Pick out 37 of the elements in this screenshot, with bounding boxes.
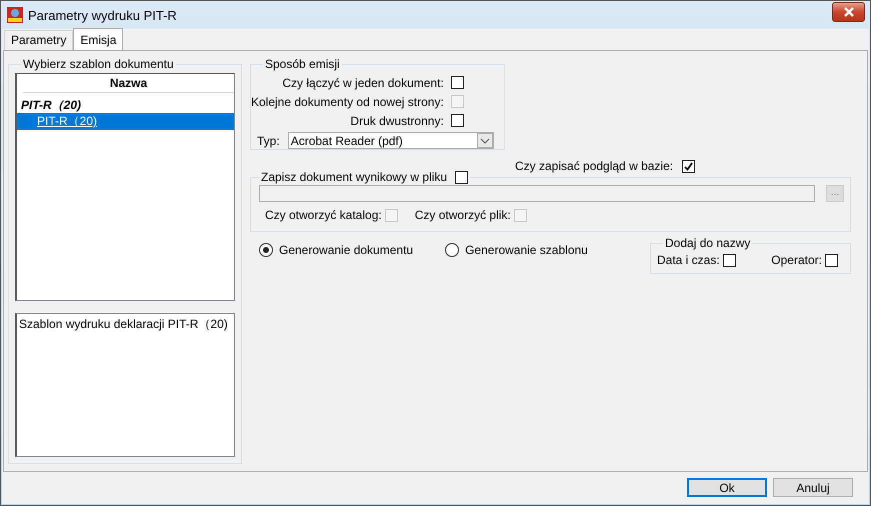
file-path-field[interactable]	[259, 185, 815, 202]
option-label: Czy łączyć w jeden dokument:	[282, 76, 444, 90]
checkbox[interactable]	[825, 254, 838, 266]
column-header[interactable]: Nazwa	[23, 74, 234, 93]
checkbox[interactable]	[455, 170, 468, 184]
dialog-button[interactable]: Ok	[687, 478, 767, 497]
option-label: Czy otworzyć katalog:	[265, 208, 382, 222]
dialog-button[interactable]: Anuluj	[773, 478, 853, 497]
option-label: Data i czas:	[657, 253, 720, 267]
checkbox[interactable]	[722, 254, 736, 266]
checkbox[interactable]	[450, 114, 464, 127]
option-label: Operator:	[771, 253, 822, 267]
close-icon	[842, 7, 854, 17]
type-label: Typ:	[257, 134, 280, 148]
tab[interactable]: Emisja	[73, 28, 124, 50]
group-row[interactable]: PIT-R（20)	[17, 93, 234, 113]
radio-button[interactable]	[259, 243, 273, 257]
checkbox[interactable]	[450, 76, 464, 89]
description-text: Szablon wydruku deklaracji PIT-R（20)	[19, 317, 228, 331]
group-title: Dodaj do nazwy	[664, 236, 752, 250]
template-item[interactable]: PIT-R（20)	[17, 113, 234, 130]
option-label: Kolejne dokumenty od nowej strony:	[251, 94, 444, 108]
radio-label: Generowanie szablonu	[465, 243, 588, 257]
checkbox[interactable]	[682, 160, 696, 172]
option-label: Czy zapisać podgląd w bazie:	[515, 159, 674, 173]
type-dropdown[interactable]: Acrobat Reader (pdf)	[288, 132, 494, 149]
radio-button[interactable]	[445, 243, 460, 257]
tab[interactable]: Parametry	[4, 30, 74, 50]
close-button[interactable]	[832, 2, 865, 22]
option-label: Druk dwustronny:	[350, 114, 444, 128]
option-label: Czy otworzyć plik:	[414, 208, 511, 222]
group-title: Sposób emisji	[264, 57, 341, 71]
radio-label: Generowanie dokumentu	[279, 243, 414, 257]
app-icon	[7, 7, 23, 23]
group-title: Zapisz dokument wynikowy w pliku	[261, 170, 448, 184]
window-title: Parametry wydruku PIT-R	[28, 8, 178, 22]
group-title: Wybierz szablon dokumentu	[22, 57, 175, 71]
